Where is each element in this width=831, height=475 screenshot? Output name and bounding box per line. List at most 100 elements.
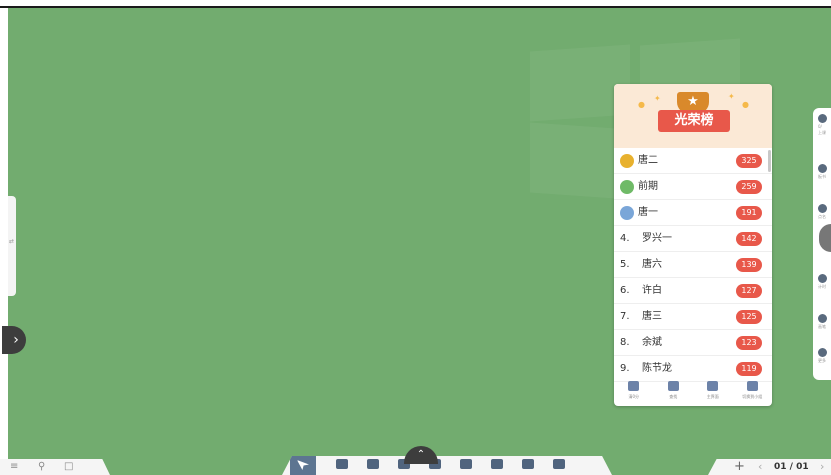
right-toolbar-label: 板书 bbox=[818, 174, 826, 179]
select-icon bbox=[297, 460, 309, 470]
right-toolbar-label: 点名 bbox=[818, 214, 826, 219]
arrow-icon bbox=[818, 348, 827, 357]
right-toolbar-item[interactable]: 计时 bbox=[818, 274, 831, 290]
tool-annotate[interactable] bbox=[521, 459, 535, 471]
swap-icon: ⇄ bbox=[9, 238, 15, 245]
leaderboard-row[interactable]: 前期 259 bbox=[614, 174, 772, 200]
leaderboard-panel: ● ✦ ✦ ● ★ 光荣榜 唐二 325 前期 259 唐一 191 4. 罗兴一 142 5. 唐… bbox=[614, 84, 772, 406]
attendance-count: 0/ bbox=[818, 124, 822, 129]
resource-icon bbox=[460, 459, 472, 469]
student-name: 唐二 bbox=[638, 155, 658, 166]
student-name: 余斌 bbox=[642, 337, 662, 348]
score-badge: 127 bbox=[736, 284, 762, 298]
bottom-left-toolbar: ≡ ⚲ □ bbox=[0, 459, 110, 475]
student-name: 前期 bbox=[638, 181, 658, 192]
right-toolbar-label: 计时 bbox=[818, 284, 826, 289]
leaderboard-footer-button[interactable]: 切换到小组 bbox=[733, 378, 773, 406]
add-page-button[interactable]: + bbox=[734, 459, 745, 475]
annotate-icon bbox=[522, 459, 534, 469]
sparkle-icon: ✦ bbox=[728, 92, 735, 101]
leaderboard-footer-button[interactable]: 主界面 bbox=[693, 378, 733, 406]
chevron-up-icon: ⌃ bbox=[416, 449, 426, 460]
person-icon[interactable]: ⚲ bbox=[38, 461, 45, 473]
footer-label: 清0分 bbox=[628, 394, 640, 399]
tool-highlighter[interactable] bbox=[366, 459, 380, 471]
footer-label: 主界面 bbox=[706, 394, 719, 399]
person-icon bbox=[818, 204, 827, 213]
sparkle-icon: ● bbox=[638, 100, 645, 109]
tool-pen[interactable] bbox=[335, 459, 349, 471]
right-toolbar-item[interactable]: 更多 bbox=[818, 348, 831, 364]
leaderboard-title: 光荣榜 bbox=[658, 110, 730, 132]
rank-number: 5. bbox=[620, 259, 630, 270]
medal-icon bbox=[620, 180, 634, 194]
right-toolbar-label: 画笔 bbox=[818, 324, 826, 329]
user-icon bbox=[818, 114, 827, 123]
screen-icon bbox=[553, 459, 565, 469]
sparkle-icon: ● bbox=[742, 100, 749, 109]
tool-screen[interactable] bbox=[552, 459, 566, 471]
medal-icon bbox=[620, 206, 634, 220]
attendance-label: 上课 bbox=[818, 130, 826, 135]
search-icon bbox=[667, 381, 679, 391]
chevron-right-icon: › bbox=[13, 332, 19, 348]
right-toolbar-item[interactable]: 点名 bbox=[818, 204, 831, 220]
medal-icon bbox=[620, 154, 634, 168]
left-side-handle[interactable]: ⇄ bbox=[8, 196, 16, 296]
right-toolbar-item[interactable]: 画笔 bbox=[818, 314, 831, 330]
rank-number: 8. bbox=[620, 337, 630, 348]
camera-icon bbox=[818, 164, 827, 173]
score-badge: 325 bbox=[736, 154, 762, 168]
rank-number: 4. bbox=[620, 233, 630, 244]
student-name: 许白 bbox=[642, 285, 662, 296]
download-icon bbox=[491, 459, 503, 469]
score-badge: 123 bbox=[736, 336, 762, 350]
score-badge: 139 bbox=[736, 258, 762, 272]
highlighter-icon bbox=[367, 459, 379, 469]
leaderboard-header: ● ✦ ✦ ● ★ 光荣榜 bbox=[614, 84, 772, 148]
score-badge: 191 bbox=[736, 206, 762, 220]
group-icon bbox=[746, 381, 758, 391]
student-name: 罗兴一 bbox=[642, 233, 672, 244]
leaderboard-footer-button[interactable]: 查找 bbox=[654, 378, 694, 406]
student-name: 唐三 bbox=[642, 311, 662, 322]
bottom-tool-bar bbox=[282, 456, 612, 475]
leaderboard-list[interactable]: 唐二 325 前期 259 唐一 191 4. 罗兴一 142 5. 唐六 139 6. 许白 127 7. 唐… bbox=[614, 148, 772, 382]
tool-download[interactable] bbox=[490, 459, 504, 471]
leaderboard-footer-button[interactable]: 清0分 bbox=[614, 378, 654, 406]
leaderboard-row[interactable]: 5. 唐六 139 bbox=[614, 252, 772, 278]
page-indicator: 01 / 01 bbox=[774, 462, 809, 472]
leaderboard-row[interactable]: 4. 罗兴一 142 bbox=[614, 226, 772, 252]
leaderboard-row[interactable]: 唐一 191 bbox=[614, 200, 772, 226]
sparkle-icon: ✦ bbox=[654, 94, 661, 103]
star-icon: ★ bbox=[687, 94, 699, 109]
window-icon[interactable]: □ bbox=[64, 461, 73, 473]
score-badge: 142 bbox=[736, 232, 762, 246]
leaderboard-scrollbar[interactable] bbox=[768, 150, 771, 172]
right-toolbar-item[interactable]: 板书 bbox=[818, 164, 831, 180]
next-page-button[interactable]: › bbox=[820, 459, 824, 475]
leaderboard-row[interactable]: 6. 许白 127 bbox=[614, 278, 772, 304]
tool-resource[interactable] bbox=[459, 459, 473, 471]
teacher-avatar[interactable] bbox=[819, 224, 831, 252]
leaderboard-row[interactable]: 唐二 325 bbox=[614, 148, 772, 174]
right-toolbar-label: 更多 bbox=[818, 358, 826, 363]
tool-select[interactable] bbox=[290, 456, 316, 475]
score-badge: 259 bbox=[736, 180, 762, 194]
leaderboard-footer: 清0分 查找 主界面 切换到小组 bbox=[614, 378, 772, 406]
brush-icon bbox=[818, 314, 827, 323]
score-badge: 125 bbox=[736, 310, 762, 324]
trophy-icon bbox=[707, 381, 719, 391]
student-name: 唐六 bbox=[642, 259, 662, 270]
window-top-border bbox=[0, 0, 831, 8]
attendance-button[interactable]: 0/ 上课 bbox=[818, 114, 831, 136]
prev-page-button[interactable]: ‹ bbox=[758, 459, 762, 475]
reset-icon bbox=[628, 381, 640, 391]
page-navigator: + ‹ 01 / 01 › bbox=[708, 459, 831, 475]
footer-label: 切换到小组 bbox=[742, 394, 763, 399]
rank-number: 6. bbox=[620, 285, 630, 296]
leaderboard-row[interactable]: 7. 唐三 125 bbox=[614, 304, 772, 330]
leaderboard-row[interactable]: 8. 余斌 123 bbox=[614, 330, 772, 356]
rank-number: 7. bbox=[620, 311, 630, 322]
menu-icon[interactable]: ≡ bbox=[10, 461, 18, 473]
